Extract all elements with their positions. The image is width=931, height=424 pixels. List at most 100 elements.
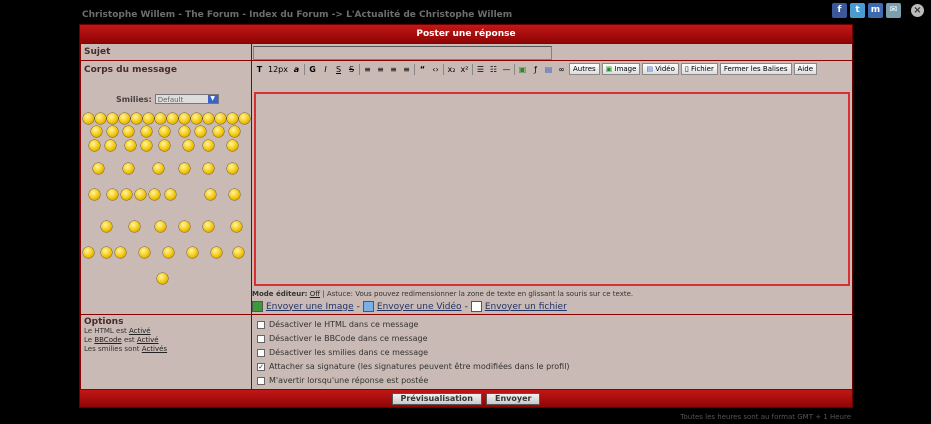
smiley-icon[interactable] bbox=[195, 126, 206, 137]
smiley-icon[interactable] bbox=[83, 247, 94, 258]
bullet-list-icon[interactable]: ☰ bbox=[475, 64, 486, 75]
smiley-icon[interactable] bbox=[141, 140, 152, 151]
align-center-icon[interactable]: ≡ bbox=[375, 64, 386, 75]
help-button[interactable]: Aide bbox=[793, 63, 817, 75]
facebook-icon[interactable]: f bbox=[832, 3, 847, 18]
numbered-list-icon[interactable]: ☷ bbox=[488, 64, 499, 75]
smiley-icon[interactable] bbox=[125, 140, 136, 151]
breadcrumb[interactable]: Christophe Willem - The Forum - Index du… bbox=[82, 10, 512, 20]
bbcode-status-link[interactable]: Activé bbox=[137, 336, 159, 344]
smiley-icon[interactable] bbox=[233, 247, 244, 258]
smiley-icon[interactable] bbox=[123, 126, 134, 137]
font-size-value[interactable]: 12px bbox=[267, 64, 289, 75]
smiley-icon[interactable] bbox=[115, 247, 126, 258]
smiley-icon[interactable] bbox=[107, 126, 118, 137]
fichier-button[interactable]: ▯ Fichier bbox=[680, 63, 718, 75]
code-icon[interactable]: ‹› bbox=[430, 64, 441, 75]
table-icon[interactable]: ▣ bbox=[517, 64, 528, 75]
smiley-icon[interactable] bbox=[107, 113, 118, 124]
close-icon[interactable]: × bbox=[911, 4, 924, 17]
smiley-icon[interactable] bbox=[227, 113, 238, 124]
smiley-icon[interactable] bbox=[205, 189, 216, 200]
smiley-icon[interactable] bbox=[107, 189, 118, 200]
smiley-icon[interactable] bbox=[83, 113, 94, 124]
html-status-link[interactable]: Activé bbox=[129, 327, 151, 335]
image-button[interactable]: ▣ Image bbox=[601, 63, 641, 75]
smiley-icon[interactable] bbox=[191, 113, 202, 124]
picture-link-icon[interactable]: ▤ bbox=[543, 64, 554, 75]
horizontal-rule-icon[interactable]: — bbox=[501, 64, 512, 75]
checkbox-checked[interactable]: ✓ bbox=[257, 362, 265, 371]
smiley-icon[interactable] bbox=[227, 140, 238, 151]
smiley-icon[interactable] bbox=[89, 140, 100, 151]
smiley-icon[interactable] bbox=[203, 221, 214, 232]
flash-icon[interactable]: ƒ bbox=[530, 64, 541, 75]
submit-button[interactable]: Envoyer bbox=[485, 392, 541, 405]
superscript-icon[interactable]: x² bbox=[459, 64, 470, 75]
upload-file-link[interactable]: Envoyer un fichier bbox=[485, 302, 567, 312]
smiley-icon[interactable] bbox=[105, 140, 116, 151]
smiley-icon[interactable] bbox=[141, 126, 152, 137]
option-notify-reply[interactable]: M'avertir lorsqu'une réponse est postée bbox=[257, 376, 428, 385]
smiley-icon[interactable] bbox=[203, 163, 214, 174]
smiley-icon[interactable] bbox=[157, 273, 168, 284]
smiley-icon[interactable] bbox=[215, 113, 226, 124]
smiley-icon[interactable] bbox=[131, 113, 142, 124]
smiley-icon[interactable] bbox=[213, 126, 224, 137]
quote-icon[interactable]: “ bbox=[417, 64, 428, 75]
smiley-icon[interactable] bbox=[187, 247, 198, 258]
smiley-icon[interactable] bbox=[153, 163, 164, 174]
font-icon[interactable]: T bbox=[254, 64, 265, 75]
smiley-icon[interactable] bbox=[101, 247, 112, 258]
upload-image-link[interactable]: Envoyer une Image bbox=[266, 302, 354, 312]
smiley-icon[interactable] bbox=[155, 113, 166, 124]
smiley-icon[interactable] bbox=[155, 221, 166, 232]
checkbox[interactable] bbox=[257, 348, 265, 357]
align-right-icon[interactable]: ≡ bbox=[388, 64, 399, 75]
upload-video-link[interactable]: Envoyer une Vidéo bbox=[377, 302, 462, 312]
smilies-select[interactable]: Default ▼ bbox=[154, 94, 219, 104]
bold-icon[interactable]: G bbox=[307, 64, 318, 75]
myspace-icon[interactable]: m bbox=[868, 3, 883, 18]
smiley-icon[interactable] bbox=[179, 221, 190, 232]
smiley-icon[interactable] bbox=[163, 247, 174, 258]
autres-button[interactable]: Autres bbox=[569, 63, 600, 75]
smiley-icon[interactable] bbox=[139, 247, 150, 258]
smiley-icon[interactable] bbox=[101, 221, 112, 232]
video-button[interactable]: ▤ Vidéo bbox=[642, 63, 679, 75]
option-disable-smilies[interactable]: Désactiver les smilies dans ce message bbox=[257, 348, 428, 357]
link-icon[interactable]: ∞ bbox=[556, 64, 567, 75]
smiley-icon[interactable] bbox=[159, 126, 170, 137]
checkbox[interactable] bbox=[257, 376, 265, 385]
smiley-icon[interactable] bbox=[159, 140, 170, 151]
option-attach-signature[interactable]: ✓ Attacher sa signature (les signatures … bbox=[257, 362, 570, 371]
twitter-icon[interactable]: t bbox=[850, 3, 865, 18]
close-tags-button[interactable]: Fermer les Balises bbox=[719, 63, 792, 75]
smiley-icon[interactable] bbox=[95, 113, 106, 124]
underline-icon[interactable]: S bbox=[333, 64, 344, 75]
smiley-icon[interactable] bbox=[129, 221, 140, 232]
message-textarea[interactable] bbox=[254, 92, 850, 286]
align-left-icon[interactable]: ≡ bbox=[362, 64, 373, 75]
smiley-icon[interactable] bbox=[91, 126, 102, 137]
smiley-icon[interactable] bbox=[229, 126, 240, 137]
mail-icon[interactable]: ✉ bbox=[886, 3, 901, 18]
smiley-icon[interactable] bbox=[231, 221, 242, 232]
smiley-icon[interactable] bbox=[93, 163, 104, 174]
font-family-icon[interactable]: a bbox=[291, 64, 302, 75]
smiley-icon[interactable] bbox=[123, 163, 134, 174]
align-justify-icon[interactable]: ≡ bbox=[401, 64, 412, 75]
option-disable-bbcode[interactable]: Désactiver le BBCode dans ce message bbox=[257, 334, 428, 343]
smiley-icon[interactable] bbox=[167, 113, 178, 124]
bbcode-link[interactable]: BBCode bbox=[94, 336, 121, 344]
smiley-icon[interactable] bbox=[203, 113, 214, 124]
smiley-icon[interactable] bbox=[179, 126, 190, 137]
smiley-icon[interactable] bbox=[227, 163, 238, 174]
smiley-icon[interactable] bbox=[239, 113, 250, 124]
smiley-icon[interactable] bbox=[183, 140, 194, 151]
smiley-icon[interactable] bbox=[121, 189, 132, 200]
smiley-icon[interactable] bbox=[119, 113, 130, 124]
checkbox[interactable] bbox=[257, 334, 265, 343]
smiley-icon[interactable] bbox=[149, 189, 160, 200]
checkbox[interactable] bbox=[257, 320, 265, 329]
